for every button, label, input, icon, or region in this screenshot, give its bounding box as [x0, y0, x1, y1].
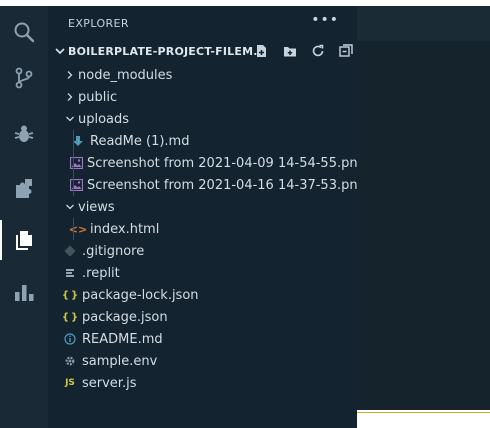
- stats-icon: [15, 285, 34, 301]
- collapse-all-icon: [339, 44, 353, 57]
- git-icon: [62, 243, 78, 259]
- workspace-title: BOILERPLATE-PROJECT-FILEM...: [68, 45, 267, 58]
- extensions-activity[interactable]: [0, 166, 48, 210]
- tree-item-label: .replit: [82, 265, 120, 281]
- new-folder-icon: [284, 47, 296, 57]
- tree-item-label: node_modules: [78, 67, 173, 83]
- indent-guide: [73, 174, 74, 196]
- tree-item-label: package.json: [82, 309, 168, 325]
- info-icon: [62, 331, 78, 347]
- tree-item-label: .gitignore: [82, 243, 145, 259]
- tree-item-label: Screenshot from 2021-04-09 14-54-55.png: [87, 155, 366, 171]
- search-icon: [14, 22, 35, 43]
- tree-item-uploads[interactable]: uploads: [48, 108, 357, 130]
- chevron-down-icon: [62, 111, 78, 127]
- text-lines-icon: [62, 265, 78, 281]
- workspace-section-header[interactable]: BOILERPLATE-PROJECT-FILEM...: [48, 40, 357, 62]
- section-actions: [251, 43, 357, 59]
- explorer-title: EXPLORER: [68, 17, 129, 30]
- image-icon: [70, 177, 83, 193]
- collapse-all-button[interactable]: [335, 43, 357, 59]
- explorer-activity[interactable]: [0, 218, 48, 262]
- image-icon: [70, 155, 83, 171]
- tree-item-package-json[interactable]: { } package.json: [48, 306, 357, 328]
- tree-item-package-lock-json[interactable]: { } package-lock.json: [48, 284, 357, 306]
- chevron-down-icon: [62, 199, 78, 215]
- indent-guide: [73, 218, 74, 240]
- tree-item-label: index.html: [90, 221, 160, 237]
- editor-tab-bar: [357, 6, 490, 41]
- tree-item-label: uploads: [78, 111, 130, 127]
- chevron-right-icon: [62, 89, 78, 105]
- tree-item-sample-env[interactable]: sample.env: [48, 350, 357, 372]
- tree-item-label: sample.env: [82, 353, 158, 369]
- tree-item-screenshot-0416[interactable]: Screenshot from 2021-04-16 14-37-53.png: [48, 174, 366, 196]
- tree-item-readme-1[interactable]: ReadMe (1).md: [48, 130, 357, 152]
- tree-item-label: server.js: [82, 375, 137, 391]
- tree-item-screenshot-0409[interactable]: Screenshot from 2021-04-09 14-54-55.png: [48, 152, 366, 174]
- activity-bar: [0, 6, 48, 428]
- explorer-header: EXPLORER •••: [48, 6, 357, 40]
- tree-item-views[interactable]: views: [48, 196, 357, 218]
- json-icon: { }: [61, 289, 79, 301]
- tree-item-label: ReadMe (1).md: [90, 133, 190, 149]
- tree-item-public[interactable]: public: [48, 86, 357, 108]
- files-icon: [16, 231, 32, 250]
- more-actions-icon[interactable]: •••: [311, 12, 339, 28]
- new-file-icon: [257, 45, 266, 57]
- new-file-button[interactable]: [251, 43, 273, 59]
- tree-item-label: views: [78, 199, 115, 215]
- debug-activity[interactable]: [0, 112, 48, 156]
- javascript-icon: JS: [65, 378, 75, 388]
- source-control-activity[interactable]: [0, 56, 48, 100]
- tree-item-server-js[interactable]: JS server.js: [48, 372, 357, 394]
- chevron-down-icon: [55, 48, 65, 55]
- file-tree: node_modules public uploads ReadMe (1).m…: [48, 64, 366, 394]
- debug-icon: [14, 125, 34, 142]
- tree-item-replit[interactable]: .replit: [48, 262, 357, 284]
- indent-guide: [73, 152, 74, 174]
- chevron-right-icon: [62, 67, 78, 83]
- tree-item-label: public: [78, 89, 118, 105]
- json-icon: { }: [61, 311, 79, 323]
- refresh-icon: [312, 44, 324, 57]
- tree-item-node-modules[interactable]: node_modules: [48, 64, 357, 86]
- tree-item-label: Screenshot from 2021-04-16 14-37-53.png: [87, 177, 366, 193]
- gear-icon: [62, 353, 78, 369]
- panel-accent-line: [357, 412, 490, 413]
- indent-guide: [73, 130, 74, 152]
- tree-item-index-html[interactable]: <> index.html: [48, 218, 357, 240]
- refresh-button[interactable]: [307, 43, 329, 59]
- stats-activity[interactable]: [0, 270, 48, 314]
- tree-item-readme[interactable]: README.md: [48, 328, 357, 350]
- tree-item-label: README.md: [82, 331, 163, 347]
- source-control-icon: [15, 67, 33, 89]
- search-activity[interactable]: [0, 10, 48, 54]
- new-folder-button[interactable]: [279, 43, 301, 59]
- extensions-icon: [16, 179, 32, 198]
- tree-item-label: package-lock.json: [82, 287, 199, 303]
- tree-item-gitignore[interactable]: .gitignore: [48, 240, 357, 262]
- explorer-sidebar: EXPLORER ••• BOILERPLATE-PROJECT-FILEM..…: [48, 6, 366, 428]
- editor-area: [357, 6, 490, 410]
